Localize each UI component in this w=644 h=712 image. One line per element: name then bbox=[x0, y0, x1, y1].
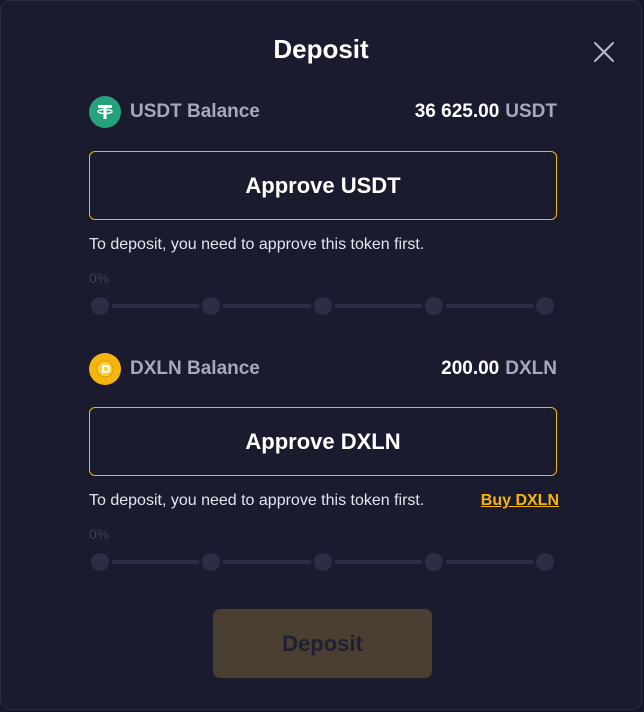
dxln-approve-note-text: To deposit, you need to approve this tok… bbox=[89, 492, 425, 509]
tether-icon bbox=[89, 96, 121, 128]
approve-usdt-button[interactable]: Approve USDT bbox=[89, 151, 557, 220]
deposit-modal: Deposit USDT Balance 36 625.00 USDT Appro… bbox=[0, 0, 642, 710]
slider-step-50[interactable] bbox=[314, 553, 332, 571]
usdt-progress-text: 0% bbox=[89, 270, 110, 286]
slider-step-75[interactable] bbox=[425, 553, 443, 571]
buy-dxln-link[interactable]: Buy DXLN bbox=[481, 492, 559, 510]
usdt-progress-slider[interactable] bbox=[89, 296, 557, 316]
slider-step-100[interactable] bbox=[536, 297, 554, 315]
dxln-balance-value: 200.00 DXLN bbox=[441, 358, 557, 380]
usdt-balance-row: USDT Balance 36 625.00 USDT bbox=[89, 95, 557, 129]
dxln-balance-row: DXLN Balance 200.00 DXLN bbox=[89, 352, 557, 386]
dxln-progress-text: 0% bbox=[89, 526, 110, 542]
slider-step-50[interactable] bbox=[314, 297, 332, 315]
slider-step-0[interactable] bbox=[91, 553, 109, 571]
approve-dxln-button[interactable]: Approve DXLN bbox=[89, 407, 557, 476]
dxln-approve-note: To deposit, you need to approve this tok… bbox=[89, 492, 559, 510]
usdt-approve-note-text: To deposit, you need to approve this tok… bbox=[89, 236, 425, 253]
modal-title: Deposit bbox=[273, 34, 369, 64]
dxln-balance-amount: 200.00 bbox=[441, 358, 500, 379]
deposit-button[interactable]: Deposit bbox=[213, 609, 432, 678]
dxln-coin-icon bbox=[89, 353, 121, 385]
slider-step-100[interactable] bbox=[536, 553, 554, 571]
usdt-balance-amount: 36 625.00 bbox=[414, 101, 500, 122]
slider-step-0[interactable] bbox=[91, 297, 109, 315]
dxln-progress-slider[interactable] bbox=[89, 552, 557, 572]
slider-step-25[interactable] bbox=[202, 553, 220, 571]
dxln-balance-unit: DXLN bbox=[505, 358, 557, 379]
slider-step-25[interactable] bbox=[202, 297, 220, 315]
usdt-approve-note: To deposit, you need to approve this tok… bbox=[89, 236, 559, 254]
usdt-balance-label: USDT Balance bbox=[130, 101, 260, 122]
slider-step-75[interactable] bbox=[425, 297, 443, 315]
close-icon[interactable] bbox=[591, 39, 617, 65]
usdt-balance-unit: USDT bbox=[505, 101, 557, 122]
dxln-balance-label: DXLN Balance bbox=[130, 358, 260, 379]
usdt-balance-value: 36 625.00 USDT bbox=[415, 101, 557, 123]
